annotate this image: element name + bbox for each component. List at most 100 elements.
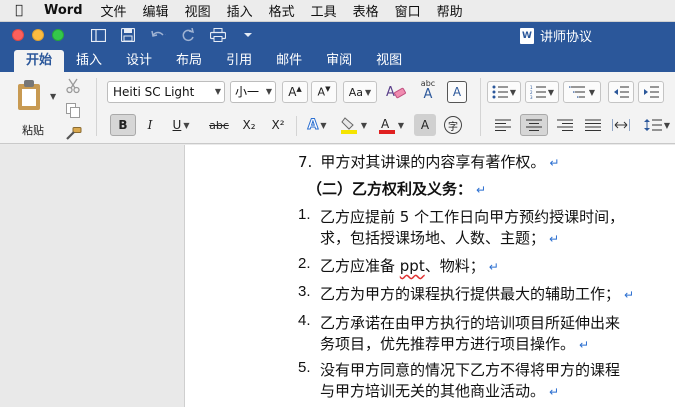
numbering-button[interactable]: 1 2 3 ▼: [525, 81, 559, 103]
font-size-select[interactable]: 小一 ▼: [230, 81, 276, 103]
character-shading-button[interactable]: A: [414, 114, 436, 136]
tab-references[interactable]: 引用: [214, 50, 264, 72]
font-name-select[interactable]: Heiti SC Light ▼: [107, 81, 225, 103]
section-heading-text: （二）乙方权利及义务：: [307, 180, 473, 198]
tab-home[interactable]: 开始: [14, 50, 65, 72]
bullets-button[interactable]: ▼: [487, 81, 521, 103]
paragraph-mark-icon: ↵: [549, 232, 560, 246]
redo-icon[interactable]: [180, 27, 196, 43]
save-icon[interactable]: [120, 27, 136, 43]
font-name-value: Heiti SC Light: [113, 85, 195, 99]
document-page[interactable]: 7. 甲方对其讲课的内容享有著作权。 ↵ （二）乙方权利及义务： ↵ 1. 乙方应提前…: [184, 145, 675, 407]
copy-icon[interactable]: [66, 103, 80, 121]
align-right-icon: [557, 119, 573, 131]
align-right-button[interactable]: [552, 114, 578, 136]
superscript-button[interactable]: X²: [265, 114, 291, 136]
list-item-text: 甲方对其讲课的内容享有著作权。: [320, 153, 546, 171]
subscript-button[interactable]: X₂: [236, 114, 262, 136]
menu-file[interactable]: 文件: [93, 1, 135, 20]
list-item: 与甲方培训无关的其他商业活动。 ↵: [320, 380, 559, 401]
svg-text:A: A: [381, 117, 390, 131]
enclose-characters-button[interactable]: 字: [440, 114, 466, 136]
paste-button[interactable]: ▼ 粘贴: [8, 78, 60, 140]
character-border-button[interactable]: A: [447, 81, 467, 103]
highlight-color-button[interactable]: ▼: [336, 114, 370, 136]
menu-app-word[interactable]: Word: [38, 3, 93, 18]
tab-view[interactable]: 视图: [364, 50, 414, 72]
customize-toolbar-icon[interactable]: [240, 27, 256, 43]
shrink-font-button[interactable]: A▼: [311, 81, 337, 103]
sidebar-toggle-icon[interactable]: [90, 27, 106, 43]
decrease-indent-icon: [614, 86, 629, 98]
tab-layout[interactable]: 布局: [164, 50, 214, 72]
bullet-list-icon: [492, 85, 508, 99]
tab-review[interactable]: 审阅: [314, 50, 364, 72]
align-center-button[interactable]: [520, 114, 548, 136]
apple-logo-icon[interactable]: : [0, 3, 38, 18]
list-number: 1.: [298, 206, 311, 223]
justify-icon: [585, 119, 601, 131]
format-painter-icon[interactable]: [64, 127, 82, 144]
menu-format[interactable]: 格式: [261, 1, 303, 20]
italic-button[interactable]: I: [138, 114, 162, 136]
list-item-text: 、物料；: [424, 257, 485, 275]
highlighter-icon: [340, 117, 357, 134]
cut-icon[interactable]: [66, 78, 80, 97]
bold-button[interactable]: B: [110, 114, 136, 136]
grow-font-button[interactable]: A▲: [282, 81, 308, 103]
multilevel-list-button[interactable]: ▼: [563, 81, 601, 103]
paste-options-chevron-icon[interactable]: ▼: [50, 92, 56, 101]
character-shading-label: A: [420, 118, 430, 132]
shrink-font-icon: A▼: [317, 85, 331, 99]
clear-formatting-icon: A: [386, 85, 406, 100]
minimize-window-button[interactable]: [32, 29, 44, 41]
text-effects-button[interactable]: A ▼: [302, 114, 332, 136]
line-spacing-button[interactable]: ▼: [640, 114, 674, 136]
menu-insert[interactable]: 插入: [219, 1, 261, 20]
zoom-window-button[interactable]: [52, 29, 64, 41]
menu-table[interactable]: 表格: [345, 1, 387, 20]
ribbon-separator: [480, 78, 481, 136]
align-left-icon: [495, 119, 511, 131]
menu-tools[interactable]: 工具: [303, 1, 345, 20]
line-spacing-icon: [643, 119, 662, 131]
list-item-text: 乙方应准备: [320, 257, 400, 275]
multilevel-list-icon: [568, 86, 585, 98]
tab-mailings[interactable]: 邮件: [264, 50, 314, 72]
distributed-button[interactable]: [608, 114, 634, 136]
quick-access-toolbar: [90, 27, 256, 43]
section-heading: （二）乙方权利及义务： ↵: [307, 178, 486, 199]
menu-window[interactable]: 窗口: [387, 1, 429, 20]
increase-indent-button[interactable]: [638, 81, 664, 103]
title-bar: W 讲师协议: [0, 22, 675, 48]
decrease-indent-button[interactable]: [608, 81, 634, 103]
align-left-button[interactable]: [490, 114, 516, 136]
print-icon[interactable]: [210, 27, 226, 43]
tab-insert[interactable]: 插入: [64, 50, 114, 72]
underline-button[interactable]: U ▼: [164, 114, 198, 136]
bold-label: B: [118, 118, 128, 132]
list-number: 5.: [298, 359, 311, 376]
close-window-button[interactable]: [12, 29, 24, 41]
list-item: 乙方为甲方的课程执行提供最大的辅助工作； ↵: [320, 283, 634, 304]
strikethrough-button[interactable]: abc: [204, 114, 234, 136]
tab-design[interactable]: 设计: [114, 50, 164, 72]
word-window:  Word 文件 编辑 视图 插入 格式 工具 表格 窗口 帮助: [0, 0, 675, 407]
phonetic-guide-letter: A: [423, 86, 433, 102]
list-number: 2.: [298, 255, 311, 272]
font-color-button[interactable]: A ▼: [374, 114, 408, 136]
spelling-error-word[interactable]: ppt: [400, 257, 425, 275]
numbered-list-icon: 123: [530, 85, 546, 99]
menu-help[interactable]: 帮助: [429, 1, 471, 20]
paragraph-mark-icon: ↵: [549, 385, 560, 399]
ribbon-tabs: 开始 插入 设计 布局 引用 邮件 审阅 视图: [0, 48, 675, 72]
clear-formatting-button[interactable]: A: [383, 81, 409, 103]
paragraph-mark-icon: ↵: [488, 260, 499, 274]
justify-button[interactable]: [580, 114, 606, 136]
phonetic-guide-button[interactable]: abc A: [414, 79, 442, 102]
change-case-button[interactable]: Aa ▼: [343, 81, 377, 103]
change-case-label: Aa: [348, 85, 364, 99]
undo-icon[interactable]: [150, 27, 166, 43]
menu-view[interactable]: 视图: [177, 1, 219, 20]
menu-edit[interactable]: 编辑: [135, 1, 177, 20]
